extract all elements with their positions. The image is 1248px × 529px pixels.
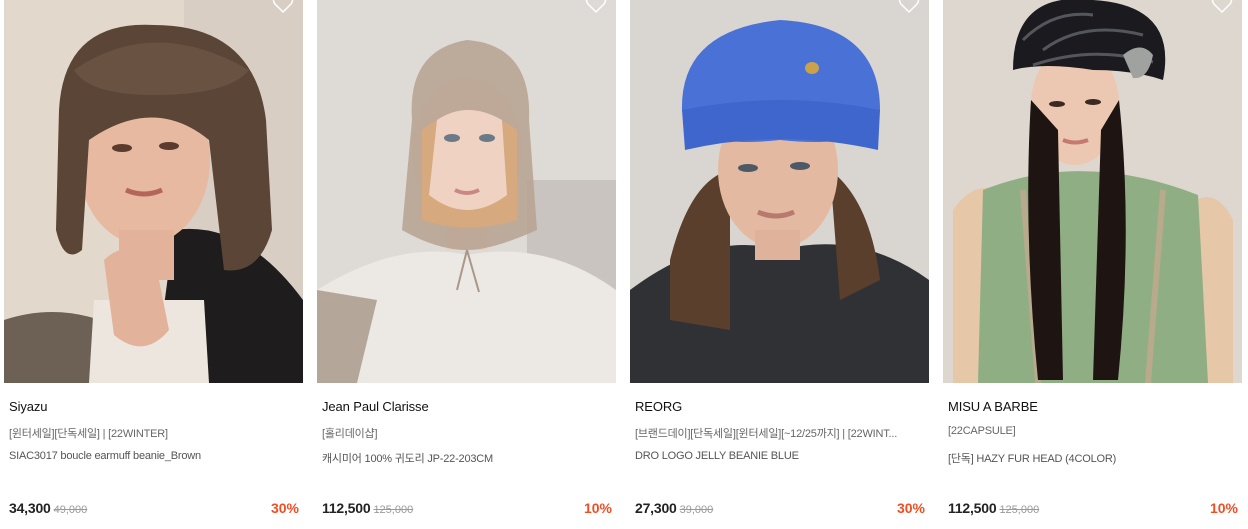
product-tags: [22CAPSULE] (948, 425, 1016, 437)
wishlist-heart-icon[interactable] (1211, 0, 1233, 14)
sale-price: 112,500 (322, 500, 371, 516)
wishlist-heart-icon[interactable] (272, 0, 294, 14)
product-image[interactable] (4, 0, 303, 383)
product-card[interactable]: Jean Paul Clarisse [홀리데이샵] 캐시미어 100% 귀도리… (317, 0, 616, 529)
discount-rate: 10% (1209, 500, 1238, 516)
product-photo (630, 0, 929, 383)
product-image[interactable] (630, 0, 929, 383)
sale-price: 27,300 (635, 500, 677, 516)
product-name[interactable]: [단독] HAZY FUR HEAD (4COLOR) (948, 450, 1238, 466)
price-row: 112,500 125,000 10% (948, 500, 1238, 518)
product-photo (317, 0, 616, 383)
product-tags: [홀리데이샵] (322, 428, 378, 440)
price-row: 34,300 49,000 30% (9, 500, 299, 518)
original-price: 125,000 (999, 504, 1040, 516)
product-image[interactable] (943, 0, 1242, 383)
product-card[interactable]: Siyazu [윈터세일][단독세일] | [22WINTER] SIAC301… (4, 0, 303, 529)
product-brand[interactable]: Siyazu (9, 399, 48, 414)
product-grid: Siyazu [윈터세일][단독세일] | [22WINTER] SIAC301… (0, 0, 1248, 529)
price-row: 27,300 39,000 30% (635, 500, 925, 518)
original-price: 39,000 (679, 504, 714, 516)
discount-rate: 10% (583, 500, 612, 516)
sale-price: 112,500 (948, 500, 997, 516)
product-brand[interactable]: Jean Paul Clarisse (322, 399, 429, 414)
original-price: 49,000 (53, 504, 88, 516)
product-card[interactable]: MISU A BARBE [22CAPSULE] [단독] HAZY FUR H… (943, 0, 1242, 529)
product-name[interactable]: DRO LOGO JELLY BEANIE BLUE (635, 450, 925, 462)
product-brand[interactable]: MISU A BARBE (948, 399, 1038, 414)
product-photo (943, 0, 1242, 383)
original-price: 125,000 (373, 504, 414, 516)
product-name[interactable]: 캐시미어 100% 귀도리 JP-22-203CM (322, 450, 612, 466)
price-row: 112,500 125,000 10% (322, 500, 612, 518)
product-photo (4, 0, 303, 383)
product-name[interactable]: SIAC3017 boucle earmuff beanie_Brown (9, 450, 299, 462)
sale-price: 34,300 (9, 500, 51, 516)
product-image[interactable] (317, 0, 616, 383)
wishlist-heart-icon[interactable] (585, 0, 607, 14)
product-tags: [윈터세일][단독세일] | [22WINTER] (9, 428, 168, 440)
product-card[interactable]: REORG [브랜드데이][단독세일][윈터세일][~12/25까지] | [2… (630, 0, 929, 529)
discount-rate: 30% (270, 500, 299, 516)
discount-rate: 30% (896, 500, 925, 516)
product-brand[interactable]: REORG (635, 399, 682, 414)
product-tags: [브랜드데이][단독세일][윈터세일][~12/25까지] | [22WINT.… (635, 428, 898, 440)
wishlist-heart-icon[interactable] (898, 0, 920, 14)
